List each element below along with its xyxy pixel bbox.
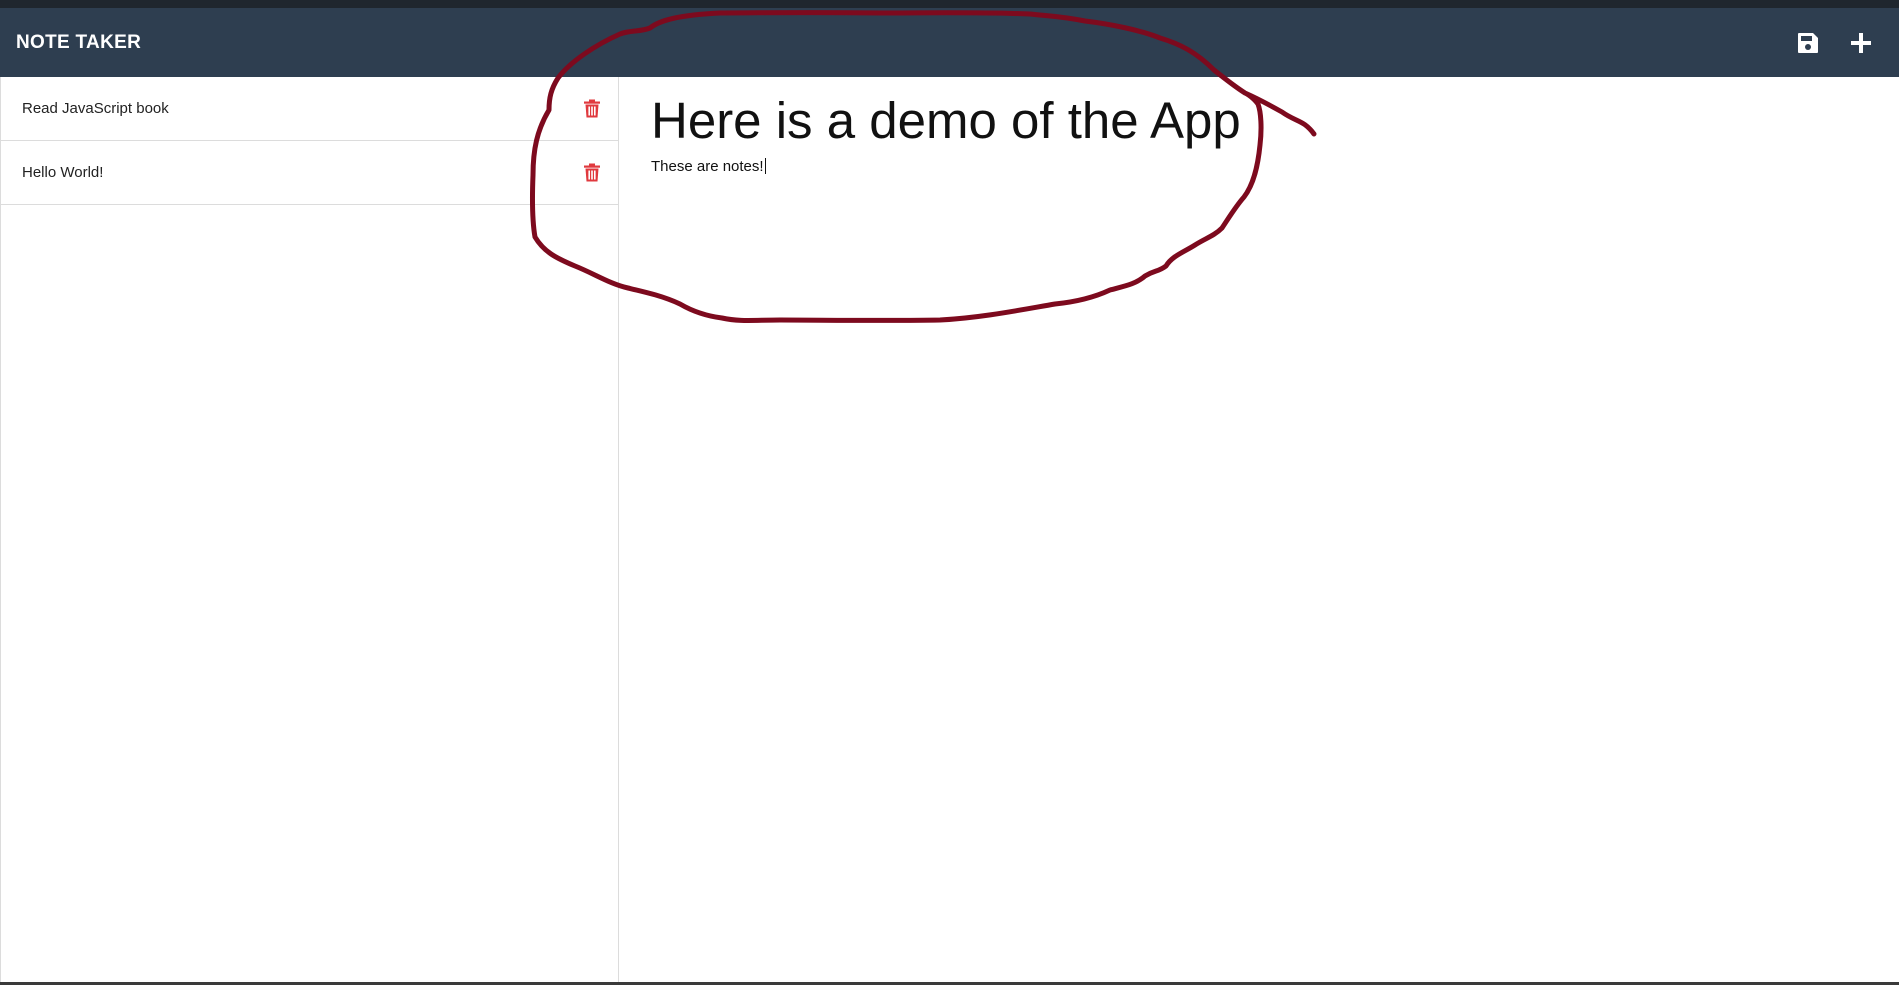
- note-title-input[interactable]: Here is a demo of the App: [651, 81, 1851, 160]
- list-item[interactable]: Hello World!: [1, 141, 618, 205]
- delete-note-button[interactable]: [581, 160, 603, 184]
- note-list: Read JavaScript book Hello World!: [1, 77, 618, 205]
- note-title[interactable]: Read JavaScript book: [22, 77, 169, 141]
- delete-note-button[interactable]: [581, 96, 603, 120]
- note-editor: Here is a demo of the App These are note…: [620, 77, 1899, 985]
- note-text-area[interactable]: These are notes!: [651, 156, 1851, 177]
- plus-icon: [1851, 33, 1871, 53]
- note-text: These are notes!: [651, 158, 764, 175]
- navbar: NOTE TAKER: [0, 8, 1899, 77]
- trash-icon: [584, 99, 600, 117]
- window-top-strip: [0, 0, 1899, 8]
- app-title[interactable]: NOTE TAKER: [16, 8, 141, 77]
- save-note-button[interactable]: [1793, 28, 1823, 58]
- note-title[interactable]: Hello World!: [22, 141, 103, 205]
- new-note-button[interactable]: [1846, 28, 1876, 58]
- trash-icon: [584, 163, 600, 181]
- text-caret: [764, 158, 766, 174]
- notes-sidebar: Read JavaScript book Hello World!: [0, 77, 619, 985]
- floppy-disk-icon: [1798, 33, 1818, 53]
- list-item[interactable]: Read JavaScript book: [1, 77, 618, 141]
